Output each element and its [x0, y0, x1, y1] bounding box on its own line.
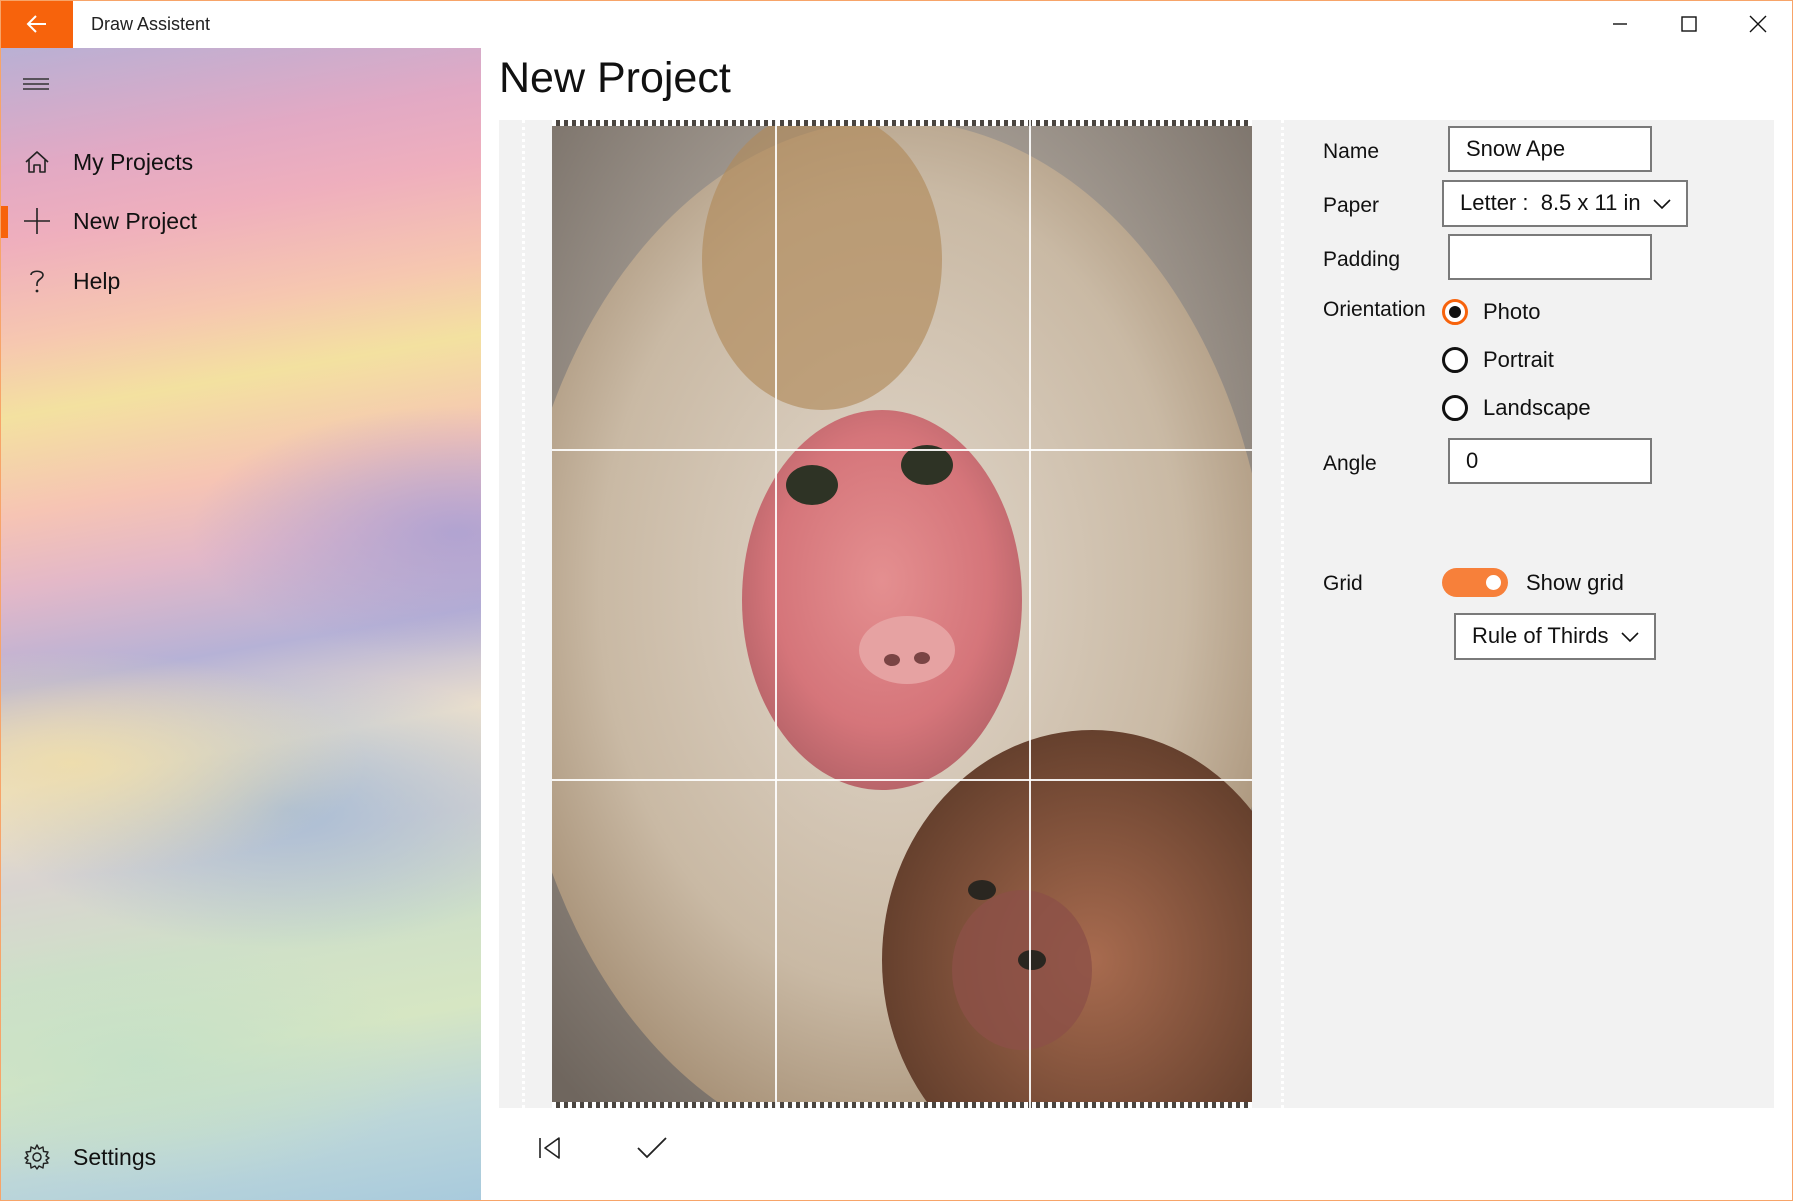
- photo-image: [552, 120, 1252, 1108]
- paper-label: Paper: [1323, 194, 1380, 217]
- help-icon: [22, 266, 52, 296]
- padding-field[interactable]: [1448, 234, 1652, 280]
- navigation-pane: My Projects New Project Help Settings: [0, 48, 481, 1201]
- minimize-button[interactable]: [1585, 0, 1654, 48]
- home-icon: [22, 147, 52, 177]
- close-icon: [1749, 15, 1766, 33]
- nav-item-label: Help: [73, 267, 121, 294]
- app-title: Draw Assistent: [91, 14, 211, 34]
- photo-top-edge: [552, 120, 1252, 126]
- show-grid-label: Show grid: [1526, 570, 1624, 595]
- angle-field[interactable]: 0: [1448, 438, 1652, 484]
- add-icon: [22, 206, 52, 236]
- angle-label: Angle: [1323, 452, 1377, 475]
- grid-line-horizontal: [552, 449, 1252, 451]
- maximize-icon: [1680, 16, 1697, 32]
- title-bar: Draw Assistent: [0, 0, 1793, 48]
- preview-photo[interactable]: [552, 120, 1252, 1108]
- radio-button[interactable]: [1442, 347, 1468, 373]
- skip-back-icon: [539, 1137, 560, 1159]
- orientation-radio-landscape[interactable]: Landscape: [1442, 391, 1591, 425]
- grid-type-dropdown[interactable]: Rule of Thirds: [1454, 613, 1656, 660]
- padding-label: Padding: [1323, 248, 1401, 271]
- hamburger-menu-button[interactable]: [12, 60, 60, 108]
- chevron-down-icon: [1621, 632, 1639, 643]
- reset-button[interactable]: [526, 1124, 574, 1172]
- accept-button[interactable]: [628, 1124, 676, 1172]
- paper-dropdown[interactable]: Letter : 8.5 x 11 in: [1442, 180, 1688, 227]
- orientation-radio-photo[interactable]: Photo: [1442, 295, 1541, 329]
- nav-item-label: My Projects: [73, 148, 194, 175]
- grid-line-vertical: [1029, 120, 1031, 1108]
- gear-icon: [22, 1142, 52, 1172]
- grid-label: Grid: [1323, 572, 1363, 595]
- grid-line-vertical: [775, 120, 777, 1108]
- chevron-down-icon: [1653, 199, 1671, 210]
- page-title: New Project: [499, 54, 731, 102]
- nav-item-help[interactable]: Help: [0, 252, 481, 310]
- paper-dropdown-value: Letter : 8.5 x 11 in: [1460, 190, 1641, 215]
- name-label: Name: [1323, 140, 1380, 163]
- maximize-button[interactable]: [1654, 0, 1723, 48]
- radio-label: Photo: [1483, 299, 1541, 324]
- orientation-radio-portrait[interactable]: Portrait: [1442, 343, 1554, 377]
- minimize-icon: [1612, 23, 1627, 25]
- radio-dot: [1449, 306, 1461, 318]
- toggle-knob: [1486, 575, 1501, 590]
- nav-item-my-projects[interactable]: My Projects: [0, 133, 481, 191]
- radio-label: Landscape: [1483, 395, 1591, 420]
- photo-bottom-edge: [552, 1102, 1252, 1108]
- nav-item-settings[interactable]: Settings: [0, 1128, 481, 1186]
- nav-item-label: New Project: [73, 207, 197, 234]
- close-button[interactable]: [1723, 0, 1792, 48]
- checkmark-icon: [637, 1137, 667, 1159]
- radio-button[interactable]: [1442, 299, 1468, 325]
- back-button[interactable]: [0, 0, 73, 48]
- name-field[interactable]: Snow Ape: [1448, 126, 1652, 172]
- grid-type-dropdown-value: Rule of Thirds: [1472, 623, 1609, 648]
- hamburger-icon: [23, 78, 49, 90]
- grid-line-horizontal: [552, 779, 1252, 781]
- nav-item-label: Settings: [73, 1143, 157, 1170]
- show-grid-toggle[interactable]: [1442, 568, 1508, 597]
- orientation-label: Orientation: [1323, 298, 1426, 321]
- back-arrow-icon: [26, 15, 46, 33]
- radio-label: Portrait: [1483, 347, 1554, 372]
- nav-item-new-project[interactable]: New Project: [0, 192, 481, 250]
- radio-button[interactable]: [1442, 395, 1468, 421]
